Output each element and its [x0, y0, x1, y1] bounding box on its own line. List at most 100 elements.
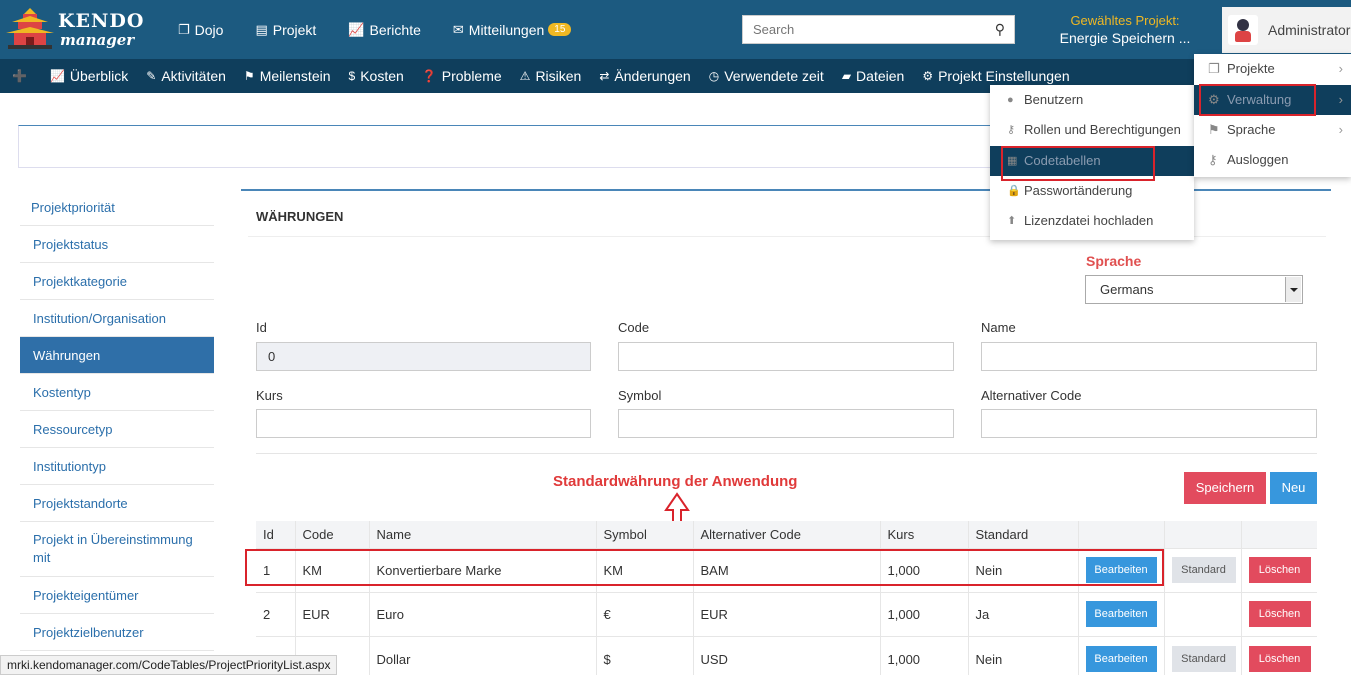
search-box: ⚲ — [742, 15, 1015, 44]
nav-berichte-label: Berichte — [369, 21, 421, 38]
menu-item-codetabellen[interactable]: ▦ Codetabellen — [990, 146, 1194, 176]
subnav-probleme[interactable]: ❓ Probleme — [422, 68, 502, 84]
cell-name: Euro — [369, 591, 597, 636]
menu-item-benutzern[interactable]: ● Benutzern — [990, 85, 1194, 115]
code-input[interactable] — [618, 342, 954, 371]
flag-icon: ⚑ — [1208, 122, 1220, 137]
gears-icon: ⚙ — [922, 69, 934, 83]
sidebar-item-institutiontyp[interactable]: Institutiontyp — [20, 448, 214, 485]
warning-icon: ⚠ — [519, 69, 531, 83]
subnav-label: Meilenstein — [259, 68, 331, 84]
edit-button[interactable]: Bearbeiten — [1085, 646, 1157, 673]
sidebar-item-waehrungen[interactable]: Währungen — [20, 337, 214, 374]
folder-icon: ▰ — [841, 69, 852, 83]
annotation-text: Standardwährung der Anwendung — [553, 473, 798, 490]
nav-dojo-label: Dojo — [194, 21, 224, 38]
save-button[interactable]: Speichern — [1184, 472, 1266, 504]
new-button[interactable]: Neu — [1270, 472, 1317, 504]
nav-dojo[interactable]: ❐ Dojo — [178, 22, 223, 38]
key-icon: ⚷ — [1007, 124, 1016, 136]
sidebar-item-projektzielbenutzer[interactable]: Projektzielbenutzer — [20, 614, 214, 651]
nav-mitteilungen[interactable]: ✉ Mitteilungen 15 — [453, 22, 572, 38]
language-select[interactable]: Germans — [1085, 275, 1303, 304]
sidebar-item-projektkategorie[interactable]: Projektkategorie — [20, 263, 214, 300]
menu-item-verwaltung[interactable]: ⚙ Verwaltung › — [1194, 85, 1351, 115]
avatar — [1228, 15, 1258, 45]
clock-icon: ◷ — [708, 69, 720, 83]
edit-icon: ✎ — [146, 69, 157, 83]
flag-icon: ⚑ — [243, 69, 255, 83]
delete-button[interactable]: Löschen — [1248, 557, 1311, 583]
set-default-button[interactable]: Standard — [1171, 646, 1236, 673]
page-header-box — [18, 125, 1018, 168]
subnav-label: Probleme — [441, 68, 502, 84]
menu-item-label: Rollen und Berechtigungen — [1024, 122, 1181, 137]
id-field[interactable]: 0 — [256, 342, 591, 371]
sidebar-item-projektstatus[interactable]: Projektstatus — [20, 226, 214, 263]
nav-projekt[interactable]: ▤ Projekt — [255, 22, 316, 38]
cell-id: 2 — [256, 591, 296, 636]
menu-item-projekte[interactable]: ❐ Projekte › — [1194, 54, 1351, 84]
cell-kurs: 1,000 — [880, 547, 969, 592]
sidebar-item-institution[interactable]: Institution/Organisation — [20, 300, 214, 337]
menu-item-rollen[interactable]: ⚷ Rollen und Berechtigungen — [990, 115, 1194, 145]
nav-berichte[interactable]: 📈 Berichte — [348, 22, 421, 38]
menu-item-sprache[interactable]: ⚑ Sprache › — [1194, 115, 1351, 145]
sidebar-item-kostentyp[interactable]: Kostentyp — [20, 374, 214, 411]
chevron-down-icon[interactable] — [1285, 277, 1301, 302]
subnav-aktivitaeten[interactable]: ✎ Aktivitäten — [146, 68, 226, 84]
kurs-input[interactable] — [256, 409, 591, 438]
user-name: Administrator — [1268, 22, 1351, 38]
search-input[interactable] — [743, 16, 983, 43]
user-menu-toggle[interactable]: Administrator — [1222, 7, 1351, 53]
language-select-value: Germans — [1100, 282, 1154, 297]
chevron-right-icon: › — [1338, 92, 1343, 107]
menu-item-ausloggen[interactable]: ⚷ Ausloggen — [1194, 145, 1351, 175]
cell-id: 1 — [256, 547, 296, 592]
column-header: Symbol — [596, 521, 694, 548]
table-header-row: Id Code Name Symbol Alternativer Code Ku… — [256, 521, 1317, 548]
delete-button[interactable]: Löschen — [1248, 646, 1311, 673]
edit-button[interactable]: Bearbeiten — [1085, 601, 1157, 627]
document-icon: ▤ — [255, 21, 268, 37]
subnav-dateien[interactable]: ▰ Dateien — [842, 68, 905, 84]
sidebar-item-projektprioritaet[interactable]: Projektpriorität — [20, 190, 214, 226]
subnav-risiken[interactable]: ⚠ Risiken — [520, 68, 582, 84]
cell-alt-code: USD — [693, 635, 881, 675]
cell-symbol: € — [596, 591, 694, 636]
subnav-aenderungen[interactable]: ⇄ Änderungen — [599, 68, 690, 84]
selected-project[interactable]: Gewähltes Projekt: Energie Speichern ... — [1040, 13, 1210, 46]
symbol-input[interactable] — [618, 409, 954, 438]
subnav-label: Kosten — [360, 68, 404, 84]
subnav-projekt-einstellungen[interactable]: ⚙ Projekt Einstellungen — [922, 68, 1069, 84]
table-row: 2 EUR Euro € EUR 1,000 Ja Bearbeiten Lös… — [256, 591, 1317, 636]
sidebar-item-projektstandorte[interactable]: Projektstandorte — [20, 485, 214, 522]
menu-item-lizenzdatei[interactable]: ⬆ Lizenzdatei hochladen — [990, 206, 1194, 236]
subnav-meilenstein[interactable]: ⚑ Meilenstein — [244, 68, 331, 84]
nav-mitteilungen-label: Mitteilungen — [468, 21, 545, 38]
edit-button[interactable]: Bearbeiten — [1085, 557, 1157, 583]
sidebar-item-projekteigentuemer[interactable]: Projekteigentümer — [20, 577, 214, 614]
subnav-add[interactable]: ➕ — [12, 69, 32, 83]
search-icon[interactable]: ⚲ — [995, 21, 1005, 38]
currency-table: Id Code Name Symbol Alternativer Code Ku… — [256, 521, 1317, 675]
user-dropdown-menu: ❐ Projekte › ⚙ Verwaltung › ⚑ Sprache › … — [1194, 54, 1351, 177]
subnav-label: Änderungen — [614, 68, 691, 84]
selected-project-label: Gewähltes Projekt: — [1070, 13, 1180, 28]
subnav-label: Verwendete zeit — [724, 68, 824, 84]
alt-code-input[interactable] — [981, 409, 1317, 438]
set-default-button[interactable]: Standard — [1171, 557, 1236, 583]
cell-standard: Nein — [968, 547, 1079, 592]
subnav-ueberblick[interactable]: 📈 Überblick — [50, 68, 128, 84]
subnav-kosten[interactable]: $ Kosten — [349, 68, 404, 84]
sidebar-item-uebereinstimmung[interactable]: Projekt in Übereinstimmung mit — [20, 522, 214, 577]
kendo-logo[interactable]: KENDO manager — [4, 6, 144, 52]
subnav-verwendete-zeit[interactable]: ◷ Verwendete zeit — [709, 68, 824, 84]
cell-symbol: KM — [596, 547, 694, 592]
sidebar-item-ressourcetyp[interactable]: Ressourcetyp — [20, 411, 214, 448]
panel-title: WÄHRUNGEN — [256, 209, 344, 224]
menu-item-passwortaenderung[interactable]: 🔒 Passwortänderung — [990, 176, 1194, 206]
menu-item-label: Ausloggen — [1227, 152, 1289, 167]
name-input[interactable] — [981, 342, 1317, 371]
delete-button[interactable]: Löschen — [1248, 601, 1311, 627]
